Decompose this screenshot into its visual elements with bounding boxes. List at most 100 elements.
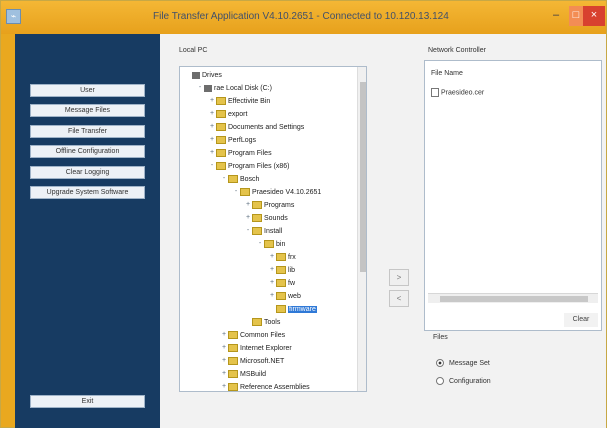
expand-icon[interactable]: + bbox=[268, 292, 276, 300]
expand-icon[interactable]: + bbox=[208, 149, 216, 157]
tree-item[interactable]: Tools bbox=[244, 318, 280, 328]
tree-item[interactable]: + Microsoft.NET bbox=[220, 357, 284, 367]
close-button[interactable]: × bbox=[583, 6, 605, 26]
radio-selected-icon[interactable] bbox=[436, 359, 444, 367]
expand-icon[interactable]: + bbox=[244, 201, 252, 209]
tree-item[interactable]: + Reference Assemblies bbox=[220, 383, 310, 391]
transfer-to-network-button[interactable]: > bbox=[389, 269, 409, 286]
tree-item[interactable]: + export bbox=[208, 110, 247, 120]
tree-item[interactable]: - Install bbox=[244, 227, 282, 237]
tree-item[interactable]: + Documents and Settings bbox=[208, 123, 304, 133]
transfer-to-local-button[interactable]: < bbox=[389, 290, 409, 307]
navigation-panel: User Message Files File Transfer Offline… bbox=[15, 34, 160, 428]
folder-icon bbox=[228, 357, 238, 365]
collapse-icon[interactable]: - bbox=[208, 162, 216, 170]
tree-item[interactable]: + MSBuild bbox=[220, 370, 266, 380]
drive-icon bbox=[204, 84, 212, 92]
tree-item-label: export bbox=[228, 110, 248, 118]
title-bar[interactable]: ⌁ File Transfer Application V4.10.2651 -… bbox=[1, 1, 606, 34]
upgrade-system-software-button[interactable]: Upgrade System Software bbox=[30, 186, 145, 199]
tree-item[interactable]: - bin bbox=[256, 240, 285, 250]
tree-item[interactable]: - Bosch bbox=[220, 175, 259, 185]
tree-item[interactable]: - Program Files (x86) bbox=[208, 162, 289, 172]
tree-item[interactable]: + frx bbox=[268, 253, 296, 263]
expand-icon[interactable]: + bbox=[220, 344, 228, 352]
configuration-radio[interactable]: Configuration bbox=[436, 377, 491, 385]
expand-icon[interactable]: + bbox=[208, 110, 216, 118]
expand-icon[interactable]: + bbox=[220, 383, 228, 391]
minimize-button[interactable]: – bbox=[544, 6, 568, 26]
folder-icon bbox=[240, 188, 250, 196]
local-pc-label: Local PC bbox=[179, 47, 208, 54]
tree-vertical-scrollbar[interactable] bbox=[357, 67, 366, 391]
tree-item-label: Microsoft.NET bbox=[240, 357, 285, 365]
clear-button[interactable]: Clear bbox=[564, 313, 598, 327]
tree-item-label: Effectivite Bin bbox=[228, 97, 271, 105]
tree-item-label: Program Files (x86) bbox=[228, 162, 290, 170]
expand-icon[interactable]: + bbox=[244, 214, 252, 222]
collapse-icon[interactable]: - bbox=[232, 188, 240, 196]
tree-item[interactable]: + Internet Explorer bbox=[220, 344, 292, 354]
tree-item[interactable]: + Common Files bbox=[220, 331, 285, 341]
message-set-radio[interactable]: Message Set bbox=[436, 359, 490, 367]
expand-icon[interactable]: + bbox=[208, 136, 216, 144]
clear-logging-button[interactable]: Clear Logging bbox=[30, 166, 145, 179]
folder-icon bbox=[276, 305, 286, 313]
tree-item[interactable]: + Program Files bbox=[208, 149, 272, 159]
tree-item-label: Sounds bbox=[264, 214, 288, 222]
network-horizontal-scrollbar[interactable] bbox=[428, 293, 598, 303]
tree-item[interactable]: - Praesideo V4.10.2651 bbox=[232, 188, 321, 198]
expand-icon[interactable]: + bbox=[268, 266, 276, 274]
user-button[interactable]: User bbox=[30, 84, 145, 97]
tree-item[interactable]: + lib bbox=[268, 266, 295, 276]
expand-icon[interactable]: + bbox=[208, 123, 216, 131]
collapse-icon[interactable]: - bbox=[256, 240, 264, 248]
local-file-tree[interactable]: Drives - rae Local Disk (C:) + Effectivite B… bbox=[179, 66, 367, 392]
tree-item[interactable]: + fw bbox=[268, 279, 295, 289]
tree-item-label: lib bbox=[288, 266, 296, 274]
tree-item[interactable]: + PerfLogs bbox=[208, 136, 256, 146]
expand-icon[interactable]: + bbox=[220, 357, 228, 365]
file-name-column-header: File Name bbox=[431, 70, 463, 77]
tree-item[interactable]: - rae Local Disk (C:) bbox=[196, 84, 272, 94]
network-scroll-thumb[interactable] bbox=[440, 296, 588, 302]
network-controller-label: Network Controller bbox=[428, 47, 486, 54]
expand-icon[interactable]: + bbox=[220, 370, 228, 378]
folder-icon bbox=[276, 292, 286, 300]
offline-configuration-button[interactable]: Offline Configuration bbox=[30, 145, 145, 158]
expand-icon[interactable]: + bbox=[220, 331, 228, 339]
folder-icon bbox=[228, 175, 238, 183]
tree-item[interactable]: + Programs bbox=[244, 201, 294, 211]
tree-item-label: frx bbox=[288, 253, 296, 261]
expand-icon[interactable]: + bbox=[268, 253, 276, 261]
tree-item[interactable]: + Effectivite Bin bbox=[208, 97, 270, 107]
message-files-button[interactable]: Message Files bbox=[30, 104, 145, 117]
radio-unselected-icon[interactable] bbox=[436, 377, 444, 385]
tree-item-label: Praesideo V4.10.2651 bbox=[252, 188, 322, 196]
configuration-label: Configuration bbox=[449, 377, 491, 385]
tree-item[interactable]: + Sounds bbox=[244, 214, 288, 224]
folder-icon bbox=[216, 149, 226, 157]
tree-item[interactable]: + web bbox=[268, 292, 301, 302]
tree-item[interactable]: Drives bbox=[184, 71, 222, 81]
expand-icon[interactable]: + bbox=[268, 279, 276, 287]
tree-item-label: web bbox=[288, 292, 301, 300]
expand-icon[interactable]: + bbox=[208, 97, 216, 105]
tree-item-label: Reference Assemblies bbox=[240, 383, 310, 391]
file-icon bbox=[431, 88, 439, 97]
tree-item-label: Internet Explorer bbox=[240, 344, 292, 352]
list-item[interactable]: Praesideo.cer bbox=[431, 88, 484, 97]
collapse-icon[interactable]: - bbox=[196, 84, 204, 92]
maximize-button[interactable]: □ bbox=[569, 6, 583, 26]
app-icon: ⌁ bbox=[6, 9, 21, 24]
network-file-list[interactable]: File Name Praesideo.cer bbox=[424, 60, 602, 331]
exit-button[interactable]: Exit bbox=[30, 395, 145, 408]
tree-item[interactable]: firmware bbox=[268, 305, 317, 315]
collapse-icon[interactable]: - bbox=[244, 227, 252, 235]
folder-icon bbox=[216, 162, 226, 170]
tree-scroll-thumb[interactable] bbox=[360, 82, 366, 272]
file-transfer-button[interactable]: File Transfer bbox=[30, 125, 145, 138]
collapse-icon[interactable]: - bbox=[220, 175, 228, 183]
